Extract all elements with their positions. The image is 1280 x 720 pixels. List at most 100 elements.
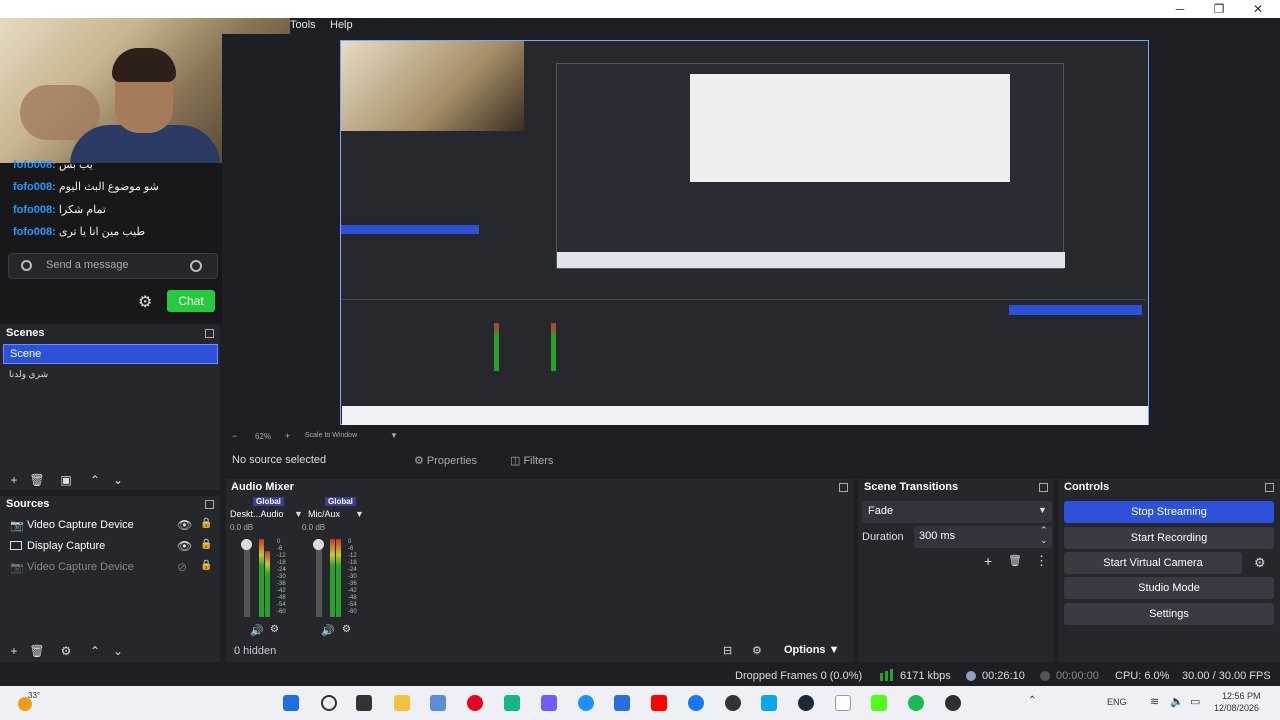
zoom-out-button[interactable]: − <box>232 431 237 441</box>
outlook-icon[interactable] <box>614 695 630 711</box>
add-scene-button[interactable]: + <box>6 473 22 487</box>
status-bar: Dropped Frames 0 (0.0%) 6171 kbps 00:26:… <box>0 667 1280 685</box>
settings-button[interactable]: Settings <box>1064 603 1274 625</box>
obs-icon[interactable] <box>945 695 961 711</box>
stop-streaming-button[interactable]: Stop Streaming <box>1064 501 1274 523</box>
dock-popout-icon[interactable] <box>1039 483 1048 492</box>
kick-icon[interactable] <box>871 695 887 711</box>
source-item-hidden[interactable]: 📷 Video Capture Device ⊘ 🔒 <box>0 558 220 578</box>
edge-icon[interactable] <box>578 695 594 711</box>
transition-menu-icon[interactable]: ⋮ <box>1035 553 1048 569</box>
steam-icon[interactable] <box>798 695 814 711</box>
move-up-icon[interactable]: ⌃ <box>87 644 103 658</box>
copilot-icon[interactable] <box>541 695 557 711</box>
filters-button[interactable]: ◫ Filters <box>510 454 553 467</box>
notepad-icon[interactable] <box>835 695 851 711</box>
scale-mode[interactable]: Scale to Window <box>305 432 357 439</box>
move-down-icon[interactable]: ⌄ <box>110 473 126 487</box>
channel-config-icon[interactable]: ⚙ <box>342 624 351 635</box>
channel-menu-icon[interactable]: ▼ <box>355 509 364 519</box>
menu-tools[interactable]: Tools <box>290 19 316 31</box>
search-icon[interactable] <box>321 695 337 711</box>
advanced-audio-icon[interactable]: ⚙ <box>752 644 762 657</box>
source-item[interactable]: 📷 Video Capture Device 👁 🔒 <box>0 516 220 536</box>
mute-speaker-icon[interactable]: 🔊 <box>250 624 264 637</box>
dock-popout-icon[interactable] <box>205 500 214 509</box>
scene-item-selected[interactable]: Scene <box>3 344 218 364</box>
move-up-icon[interactable]: ⌃ <box>87 473 103 487</box>
remove-scene-icon[interactable]: 🗑 <box>29 473 45 487</box>
scene-label: Scene <box>10 348 42 360</box>
channel-config-icon[interactable]: ⚙ <box>270 624 279 635</box>
volume-slider-handle[interactable] <box>313 539 324 550</box>
battery-icon[interactable]: ▭ <box>1190 695 1200 708</box>
meter-tick: 0 <box>348 539 352 545</box>
lock-icon[interactable]: 🔒 <box>200 539 212 550</box>
scenes-dock: Scenes Scene شري ولدنا + 🗑 ▣ ⌃ ⌄ <box>0 325 220 490</box>
source-properties-gear-icon[interactable]: ⚙ <box>58 644 74 658</box>
sources-title: Sources <box>6 498 50 510</box>
chat-line: fofo008: يب بس <box>13 158 93 171</box>
scene-filter-icon[interactable]: ▣ <box>58 473 74 487</box>
chat-button[interactable]: Chat <box>167 290 215 312</box>
layout-toggle-icon[interactable]: ⊟ <box>723 644 732 657</box>
lock-icon[interactable]: 🔒 <box>200 518 212 529</box>
spotify-icon[interactable] <box>908 695 924 711</box>
dock-popout-icon[interactable] <box>205 329 214 338</box>
start-recording-button[interactable]: Start Recording <box>1064 527 1274 549</box>
transition-select[interactable]: Fade ▼ <box>862 501 1052 523</box>
move-down-icon[interactable]: ⌄ <box>110 644 126 658</box>
scale-dropdown-icon[interactable]: ▼ <box>390 431 398 440</box>
messenger-icon[interactable] <box>688 695 704 711</box>
visibility-eye-icon[interactable]: 👁 <box>177 518 192 532</box>
app-icon[interactable] <box>761 695 777 711</box>
remove-transition-icon[interactable]: 🗑 <box>1008 554 1022 567</box>
add-transition-button[interactable]: + <box>984 553 992 569</box>
chat-message-input[interactable]: Send a message <box>8 253 218 279</box>
spin-down-icon[interactable]: ⌄ <box>1040 535 1048 546</box>
options-button[interactable]: Options ▼ <box>784 644 840 656</box>
file-explorer-icon[interactable] <box>394 695 410 711</box>
chatgpt-icon[interactable] <box>725 695 741 711</box>
close-button[interactable]: ✕ <box>1251 2 1265 16</box>
emote-icon[interactable] <box>190 260 202 272</box>
speaker-icon[interactable]: 🔈 <box>1170 695 1184 708</box>
chat-settings-gear-icon[interactable]: ⚙ <box>138 292 152 312</box>
visibility-hidden-icon[interactable]: ⊘ <box>177 560 187 574</box>
scene-item[interactable]: شري ولدنا <box>3 366 218 384</box>
virtual-camera-settings-gear-icon[interactable]: ⚙ <box>1254 555 1266 571</box>
source-item[interactable]: Display Capture 👁 🔒 <box>0 537 220 557</box>
mute-speaker-icon[interactable]: 🔊 <box>321 624 335 637</box>
volume-slider-track[interactable] <box>244 541 250 617</box>
wifi-icon[interactable]: ≋ <box>1150 695 1159 708</box>
clock-time[interactable]: 12:56 PM <box>1222 691 1261 701</box>
youtube-icon[interactable] <box>651 695 667 711</box>
calculator-icon[interactable] <box>430 695 446 711</box>
properties-button[interactable]: ⚙ Properties <box>414 454 477 467</box>
maximize-button[interactable]: ❐ <box>1212 2 1226 16</box>
menu-help[interactable]: Help <box>330 19 353 31</box>
fps: 30.00 / 30.00 FPS <box>1182 670 1271 682</box>
volume-slider-track[interactable] <box>316 541 322 617</box>
channel-db: 0.0 dB <box>230 523 254 532</box>
windows-start-icon[interactable] <box>283 695 299 711</box>
dock-popout-icon[interactable] <box>839 483 848 492</box>
remove-source-icon[interactable]: 🗑 <box>29 644 45 658</box>
volume-slider-handle[interactable] <box>241 539 252 550</box>
tray-chevron-icon[interactable]: ⌃ <box>1028 695 1036 706</box>
app-icon[interactable] <box>504 695 520 711</box>
add-source-button[interactable]: + <box>6 644 22 658</box>
language-indicator[interactable]: ENG <box>1107 697 1127 707</box>
studio-mode-button[interactable]: Studio Mode <box>1064 577 1274 599</box>
pinterest-icon[interactable] <box>467 695 483 711</box>
minimize-button[interactable]: ─ <box>1173 2 1187 16</box>
start-virtual-camera-button[interactable]: Start Virtual Camera <box>1064 552 1242 574</box>
duration-spinbox[interactable]: 300 ms ⌃ ⌄ <box>914 525 1052 548</box>
task-view-icon[interactable] <box>356 695 372 711</box>
zoom-in-button[interactable]: + <box>285 431 290 441</box>
channel-menu-icon[interactable]: ▼ <box>294 509 303 519</box>
visibility-eye-icon[interactable]: 👁 <box>177 539 192 553</box>
lock-icon[interactable]: 🔒 <box>200 560 212 571</box>
dock-popout-icon[interactable] <box>1265 483 1274 492</box>
clock-date[interactable]: 12/08/2026 <box>1214 703 1259 713</box>
